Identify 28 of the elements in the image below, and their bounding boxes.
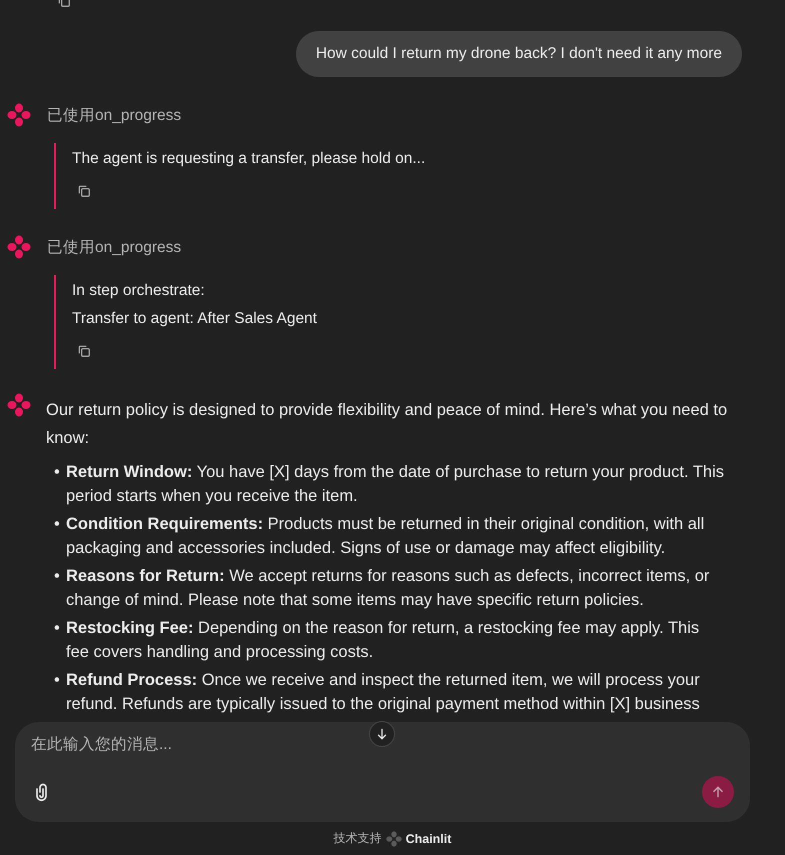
step-text: Transfer to agent: After Sales Agent: [72, 309, 318, 329]
copy-icon: [77, 184, 91, 198]
step-text: In step orchestrate:: [72, 281, 206, 301]
send-button[interactable]: [702, 776, 734, 808]
avatar-icon: [7, 235, 31, 259]
bullet: •: [54, 462, 60, 483]
step-text: The agent is requesting a transfer, please hold on...: [72, 149, 426, 169]
avatar-icon: [7, 103, 31, 127]
list-item: Condition Requirements: Products must be returned in their original condition, with all packaging and accessories included. Signs of use or damage may affect eligibility.: [66, 514, 706, 559]
bullet: •: [54, 670, 60, 691]
arrow-down-icon: [375, 727, 389, 741]
step-title[interactable]: 已使用on_progress: [47, 236, 182, 258]
list-item: Return Window: You have [X] days from the date of purchase to return your product. This period starts when you receive the item.: [66, 462, 726, 507]
copy-icon: [77, 344, 91, 358]
arrow-up-icon: [711, 785, 725, 799]
step-title[interactable]: 已使用on_progress: [47, 104, 182, 126]
list-item: Refund Process: Once we receive and inspect the returned item, we will process your refund. Refunds are typically issued to the original payment method within [X] business: [66, 670, 701, 715]
avatar-icon: [7, 393, 31, 417]
bullet: •: [54, 618, 60, 639]
brand-name[interactable]: Chainlit: [406, 832, 452, 846]
list-item: Restocking Fee: Depending on the reason for return, a restocking fee may apply. This fee covers handling and processing costs.: [66, 618, 700, 663]
list-item: Reasons for Return: We accept returns for reasons such as defects, incorrect items, or change of mind. Please note that some items may have specific return policies.: [66, 566, 710, 611]
user-message: How could I return my drone back? I don't need it any more: [296, 31, 742, 77]
bullet: •: [54, 566, 60, 587]
bullet: •: [54, 514, 60, 535]
message-text: Our return policy is designed to provide flexibility and peace of mind. Here’s what you need to know:: [46, 400, 728, 449]
logo-icon: [386, 830, 402, 846]
footer-label: 技术支持: [334, 830, 382, 847]
